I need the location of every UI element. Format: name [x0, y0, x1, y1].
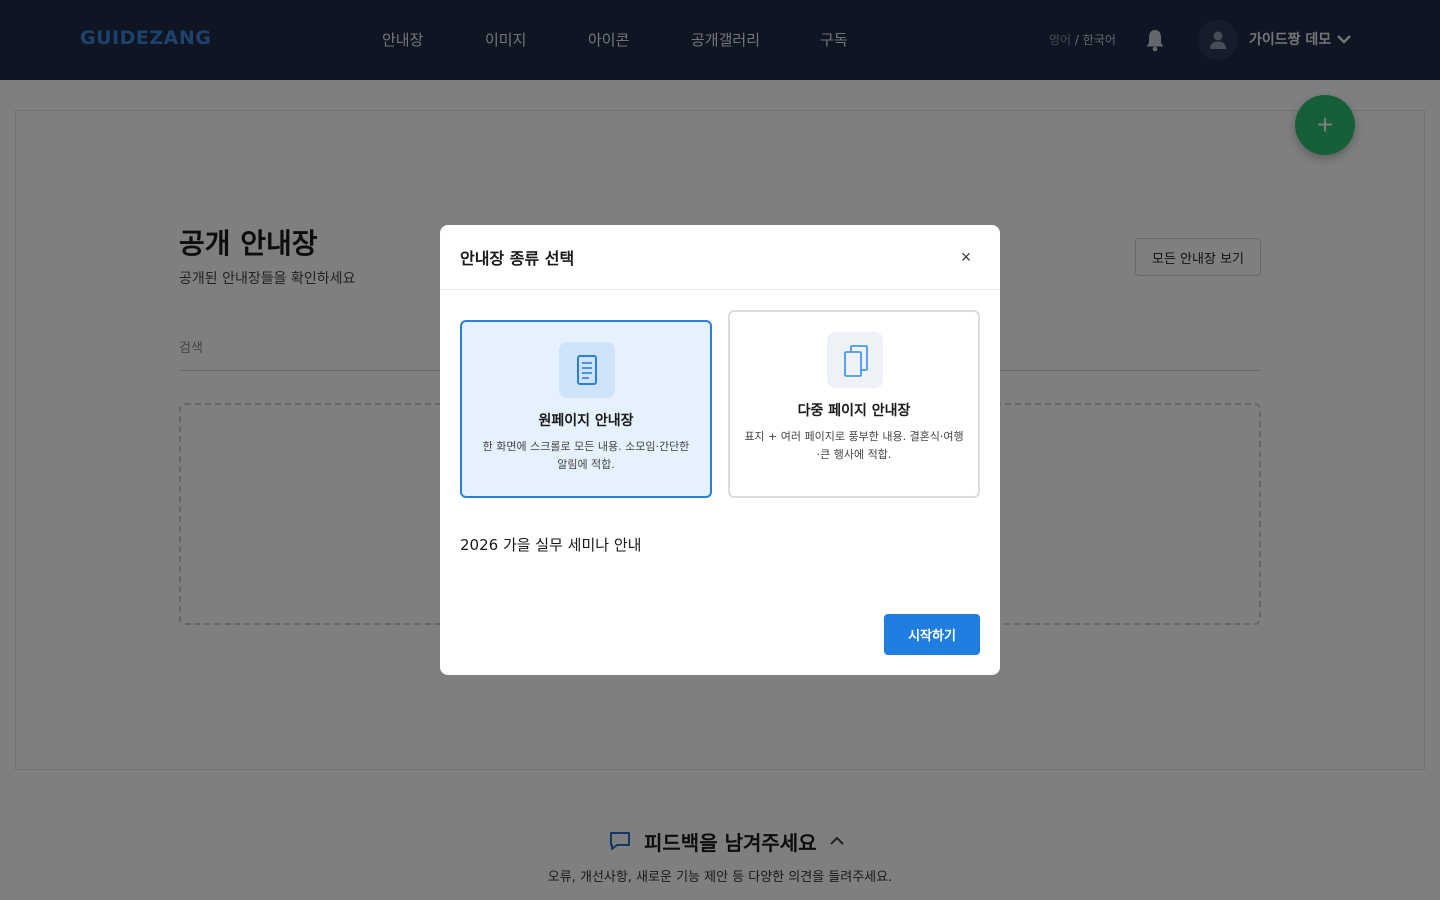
option-description: 표지 + 여러 페이지로 풍부한 내용. 결혼식·여행·큰 행사에 적합.	[744, 430, 964, 461]
multi-page-icon	[827, 332, 883, 388]
single-page-icon	[559, 342, 615, 398]
start-button[interactable]: 시작하기	[884, 614, 980, 655]
option-multi-page[interactable]: 다중 페이지 안내장 표지 + 여러 페이지로 풍부한 내용. 결혼식·여행·큰…	[728, 310, 980, 498]
option-title: 원페이지 안내장	[538, 413, 634, 429]
guide-type-modal: 안내장 종류 선택 × 원페이지 안내장 한 화면에 스크롤로 모든 내용. 소…	[440, 225, 1000, 675]
option-description: 한 화면에 스크롤로 모든 내용. 소모임·간단한 알림에 적합.	[482, 440, 690, 471]
option-single-page[interactable]: 원페이지 안내장 한 화면에 스크롤로 모든 내용. 소모임·간단한 알림에 적…	[460, 320, 712, 498]
modal-divider	[440, 289, 1000, 290]
guide-name-field[interactable]: 2026 가을 실무 세미나 안내	[460, 534, 641, 555]
close-icon[interactable]: ×	[956, 247, 976, 267]
option-title: 다중 페이지 안내장	[797, 403, 911, 419]
modal-title: 안내장 종류 선택	[460, 249, 575, 268]
